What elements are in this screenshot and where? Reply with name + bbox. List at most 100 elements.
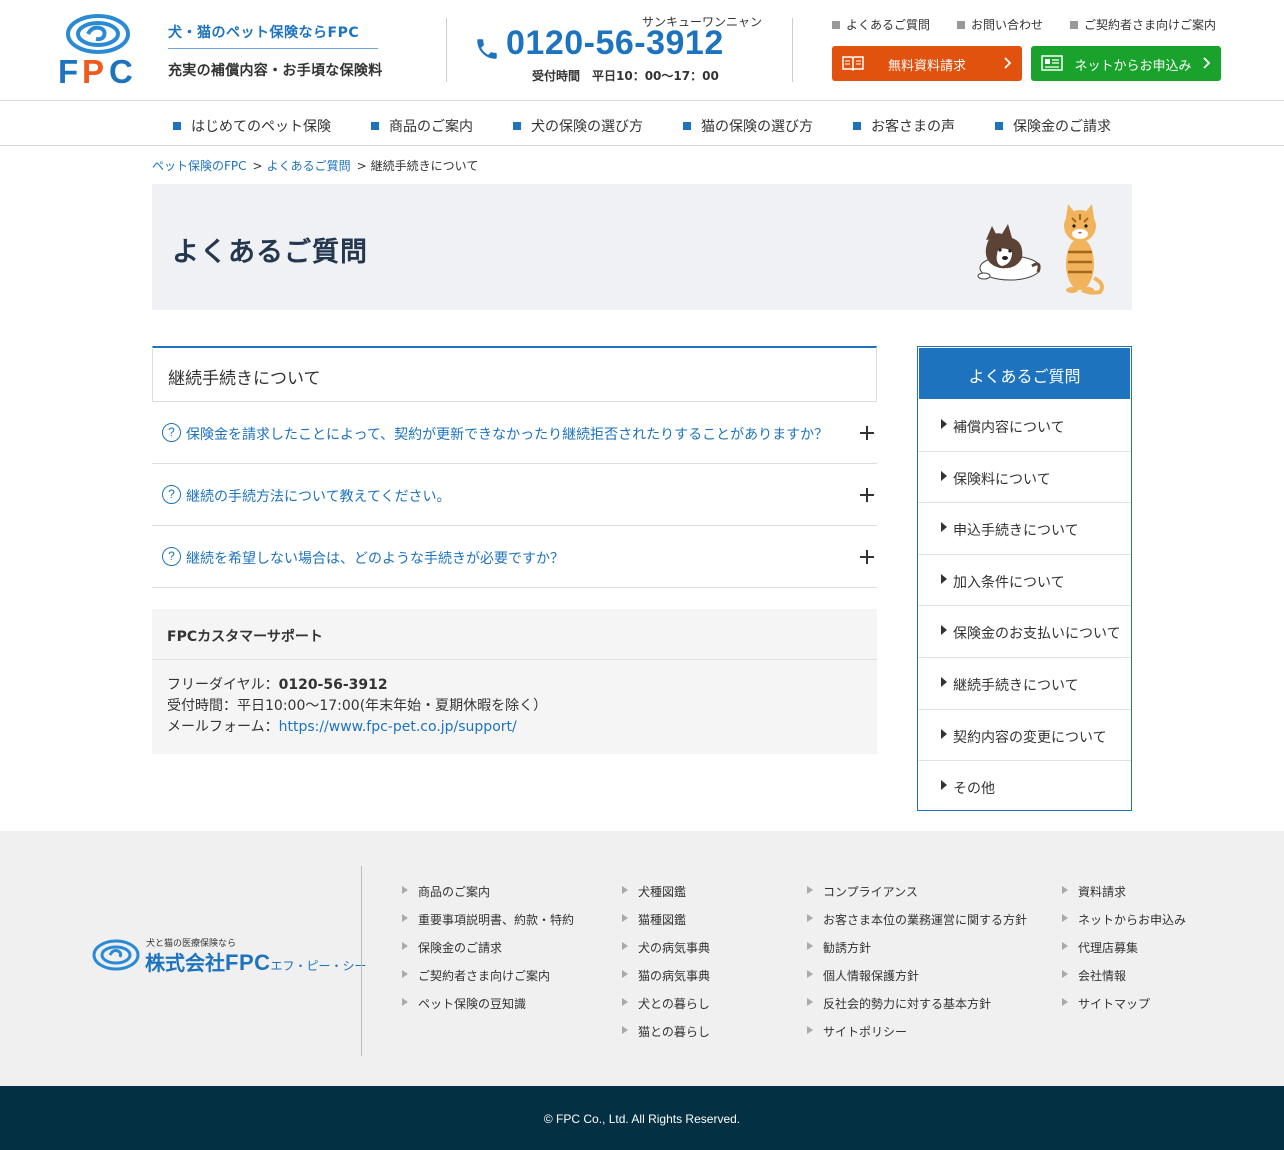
sidebar-item-contract-change[interactable]: 契約内容の変更について: [918, 710, 1131, 762]
footer-column-3: コンプライアンス お客さま本位の業務運営に関する方針 勧誘方針 個人情報保護方針…: [807, 883, 1027, 1051]
footer-column-4: 資料請求 ネットからお申込み 代理店募集 会社情報 サイトマップ: [1062, 883, 1186, 1023]
header-divider: [792, 18, 793, 82]
sidebar-item-payment[interactable]: 保険金のお支払いについて: [918, 606, 1131, 658]
caret-right-icon: [622, 914, 628, 922]
footer-link[interactable]: サイトマップ: [1062, 995, 1186, 1023]
header-tagline: 犬・猫のペット保険ならFPC: [168, 25, 360, 41]
expand-plus-icon[interactable]: [860, 426, 874, 440]
apply-online-button[interactable]: ネットからお申込み: [1031, 46, 1221, 81]
footer-link[interactable]: サイトポリシー: [807, 1023, 1027, 1051]
square-bullet-icon: [513, 122, 521, 130]
question-mark-icon: ?: [162, 423, 181, 442]
caret-right-icon: [1062, 998, 1068, 1006]
faq-question-text: 継続の手続方法について教えてください。: [186, 489, 451, 505]
nav-item-products[interactable]: 商品のご案内: [371, 116, 473, 136]
faq-question-text: 保険金を請求したことによって、契約が更新できなかったり継続拒否されたりすることが…: [186, 427, 829, 443]
footer-link[interactable]: 会社情報: [1062, 967, 1186, 995]
sidebar-item-eligibility[interactable]: 加入条件について: [918, 555, 1131, 607]
footer-link[interactable]: 個人情報保護方針: [807, 967, 1027, 995]
footer-link[interactable]: ご契約者さま向けご案内: [402, 967, 574, 995]
copyright: © FPC Co., Ltd. All Rights Reserved.: [0, 1086, 1284, 1150]
faq-question-text: 継続を希望しない場合は、どのような手続きが必要ですか？: [186, 551, 564, 567]
footer-link[interactable]: 反社会的勢力に対する基本方針: [807, 995, 1027, 1023]
chevron-right-icon: [1004, 57, 1012, 69]
caret-right-icon: [402, 914, 408, 922]
top-link-faq[interactable]: よくあるご質問: [832, 16, 930, 33]
phone-number-link[interactable]: 0120-56-3912: [506, 24, 724, 63]
sidebar-heading: よくあるご質問: [919, 348, 1130, 399]
footer-link[interactable]: 資料請求: [1062, 883, 1186, 911]
support-dial-number[interactable]: 0120-56-3912: [279, 677, 388, 693]
footer-link[interactable]: 猫の病気事典: [622, 967, 710, 995]
sidebar-item-premium[interactable]: 保険料について: [918, 452, 1131, 504]
header-subtagline: 充実の補償内容・お手頃な保険料: [168, 63, 383, 79]
svg-text:F: F: [58, 53, 78, 86]
sidebar-item-other[interactable]: その他: [918, 761, 1131, 813]
breadcrumb-separator: >: [252, 159, 263, 173]
caret-right-icon: [622, 886, 628, 894]
caret-right-icon: [622, 970, 628, 978]
footer-link[interactable]: 重要事項説明書、約款・特約: [402, 911, 574, 939]
phone-hours: 受付時間 平日10：00〜17：00: [532, 69, 719, 83]
footer-link[interactable]: お客さま本位の業務運営に関する方針: [807, 911, 1027, 939]
footer-link[interactable]: 商品のご案内: [402, 883, 574, 911]
caret-right-icon: [1062, 914, 1068, 922]
square-bullet-icon: [995, 122, 1003, 130]
footer-link[interactable]: 犬種図鑑: [622, 883, 710, 911]
footer-link[interactable]: 代理店募集: [1062, 939, 1186, 967]
footer-link[interactable]: 猫との暮らし: [622, 1023, 710, 1051]
footer-divider: [361, 866, 362, 1056]
square-bullet-icon: [683, 122, 691, 130]
faq-question-item[interactable]: ? 継続を希望しない場合は、どのような手続きが必要ですか？: [152, 526, 877, 588]
breadcrumb-current: 継続手続きについて: [370, 159, 479, 173]
free-brochure-button[interactable]: 無料資料請求: [832, 46, 1022, 81]
expand-plus-icon[interactable]: [860, 550, 874, 564]
square-bullet-icon: [1070, 21, 1078, 29]
svg-text:C: C: [109, 53, 133, 86]
nav-item-customer-voices[interactable]: お客さまの声: [853, 116, 955, 136]
footer-link[interactable]: 猫種図鑑: [622, 911, 710, 939]
faq-question-item[interactable]: ? 保険金を請求したことによって、契約が更新できなかったり継続拒否されたりするこ…: [152, 402, 877, 464]
support-title: FPCカスタマーサポート: [152, 609, 877, 660]
fpc-logo[interactable]: F P C: [58, 14, 138, 90]
sidebar-item-application[interactable]: 申込手続きについて: [918, 503, 1131, 555]
nav-item-cat-insurance[interactable]: 猫の保険の選び方: [683, 116, 813, 136]
footer-link[interactable]: 犬との暮らし: [622, 995, 710, 1023]
sidebar-item-renewal[interactable]: 継続手続きについて: [918, 658, 1131, 710]
nav-item-claims[interactable]: 保険金のご請求: [995, 116, 1111, 136]
caret-right-icon: [1062, 942, 1068, 950]
cat-icon: [1064, 204, 1104, 295]
nav-item-dog-insurance[interactable]: 犬の保険の選び方: [513, 116, 643, 136]
caret-right-icon: [402, 942, 408, 950]
caret-right-icon: [807, 1026, 813, 1034]
faq-category-heading: 継続手続きについて: [152, 346, 877, 402]
support-mail-link[interactable]: https://www.fpc-pet.co.jp/support/: [279, 719, 517, 735]
square-bullet-icon: [371, 122, 379, 130]
sidebar-item-coverage[interactable]: 補償内容について: [918, 400, 1131, 452]
footer-link[interactable]: 勧誘方針: [807, 939, 1027, 967]
free-brochure-label: 無料資料請求: [887, 59, 966, 74]
dog-icon: [977, 224, 1041, 281]
chevron-right-icon: [1203, 57, 1211, 69]
breadcrumb-faq[interactable]: よくあるご質問: [267, 159, 351, 173]
fpc-logo-icon: F P C: [58, 14, 133, 90]
top-link-policyholder[interactable]: ご契約者さま向けご案内: [1070, 16, 1216, 33]
footer-link[interactable]: 犬の病気事典: [622, 939, 710, 967]
caret-right-icon: [807, 970, 813, 978]
expand-plus-icon[interactable]: [860, 488, 874, 502]
footer-link[interactable]: コンプライアンス: [807, 883, 1027, 911]
top-link-contact[interactable]: お問い合わせ: [957, 16, 1043, 33]
footer-link[interactable]: 保険金のご請求: [402, 939, 574, 967]
faq-section: 継続手続きについて ? 保険金を請求したことによって、契約が更新できなかったり継…: [152, 346, 877, 588]
footer-link[interactable]: ペット保険の豆知識: [402, 995, 574, 1023]
phone-icon: [477, 39, 497, 59]
footer-link[interactable]: ネットからお申込み: [1062, 911, 1186, 939]
caret-right-icon: [402, 998, 408, 1006]
breadcrumb-home[interactable]: ペット保険のFPC: [152, 159, 247, 173]
faq-question-item[interactable]: ? 継続の手続方法について教えてください。: [152, 464, 877, 526]
caret-right-icon: [807, 942, 813, 950]
dog-and-cat-illustration: [977, 204, 1104, 295]
footer-company-logo[interactable]: 株式会社FPCエフ・ピー・シー: [145, 947, 367, 976]
caret-right-icon: [941, 522, 947, 533]
nav-item-beginners[interactable]: はじめてのペット保険: [173, 116, 331, 136]
